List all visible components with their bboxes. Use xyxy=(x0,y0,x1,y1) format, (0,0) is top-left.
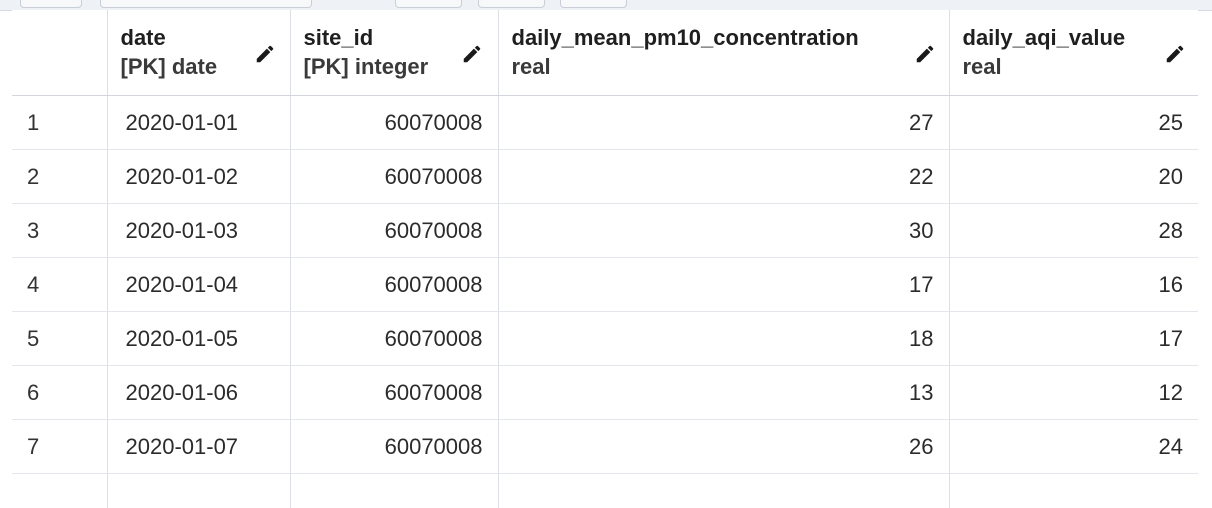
cell-aqi[interactable]: 17 xyxy=(949,312,1198,366)
pencil-icon[interactable] xyxy=(459,41,485,67)
table-row[interactable]: 3 2020-01-03 60070008 30 28 xyxy=(12,204,1198,258)
cell-site-id[interactable]: 60070008 xyxy=(290,204,498,258)
empty-cell xyxy=(107,474,290,508)
column-name: daily_aqi_value xyxy=(963,25,1191,51)
row-number[interactable]: 4 xyxy=(12,258,107,312)
table-row[interactable]: 7 2020-01-07 60070008 26 24 xyxy=(12,420,1198,474)
cell-pm10[interactable]: 13 xyxy=(498,366,949,420)
cell-aqi[interactable]: 16 xyxy=(949,258,1198,312)
table-row[interactable]: 1 2020-01-01 60070008 27 25 xyxy=(12,96,1198,150)
empty-cell xyxy=(498,474,949,508)
cell-aqi[interactable]: 25 xyxy=(949,96,1198,150)
row-number[interactable]: 5 xyxy=(12,312,107,366)
table-row-partial xyxy=(12,474,1198,508)
cell-site-id[interactable]: 60070008 xyxy=(290,420,498,474)
pencil-icon[interactable] xyxy=(252,41,278,67)
table-row[interactable]: 5 2020-01-05 60070008 18 17 xyxy=(12,312,1198,366)
cell-aqi[interactable]: 24 xyxy=(949,420,1198,474)
data-grid: date [PK] date site_id [PK] integer xyxy=(12,10,1198,508)
pencil-icon[interactable] xyxy=(1162,41,1188,67)
results-table: date [PK] date site_id [PK] integer xyxy=(12,10,1198,508)
cell-aqi[interactable]: 12 xyxy=(949,366,1198,420)
row-number[interactable]: 6 xyxy=(12,366,107,420)
table-row[interactable]: 2 2020-01-02 60070008 22 20 xyxy=(12,150,1198,204)
toolbar-button[interactable] xyxy=(478,0,545,8)
empty-cell xyxy=(949,474,1198,508)
pencil-icon[interactable] xyxy=(912,41,938,67)
empty-cell xyxy=(290,474,498,508)
toolbar-button[interactable] xyxy=(100,0,312,8)
table-row[interactable]: 6 2020-01-06 60070008 13 12 xyxy=(12,366,1198,420)
cell-pm10[interactable]: 22 xyxy=(498,150,949,204)
cell-aqi[interactable]: 28 xyxy=(949,204,1198,258)
cell-pm10[interactable]: 17 xyxy=(498,258,949,312)
column-header-daily-mean-pm10-concentration[interactable]: daily_mean_pm10_concentration real xyxy=(498,10,949,96)
cell-date[interactable]: 2020-01-02 xyxy=(107,150,290,204)
column-header-date[interactable]: date [PK] date xyxy=(107,10,290,96)
cell-date[interactable]: 2020-01-03 xyxy=(107,204,290,258)
cell-pm10[interactable]: 18 xyxy=(498,312,949,366)
cell-pm10[interactable]: 26 xyxy=(498,420,949,474)
column-type: real xyxy=(512,51,941,83)
toolbar-button[interactable] xyxy=(560,0,627,8)
row-number[interactable]: 2 xyxy=(12,150,107,204)
row-number[interactable]: 7 xyxy=(12,420,107,474)
column-name: daily_mean_pm10_concentration xyxy=(512,25,941,51)
column-type: real xyxy=(963,51,1191,83)
cell-date[interactable]: 2020-01-04 xyxy=(107,258,290,312)
cell-date[interactable]: 2020-01-05 xyxy=(107,312,290,366)
empty-cell xyxy=(12,474,107,508)
row-number[interactable]: 1 xyxy=(12,96,107,150)
table-row[interactable]: 4 2020-01-04 60070008 17 16 xyxy=(12,258,1198,312)
cell-date[interactable]: 2020-01-01 xyxy=(107,96,290,150)
row-number-header[interactable] xyxy=(12,10,107,96)
cell-aqi[interactable]: 20 xyxy=(949,150,1198,204)
column-header-daily-aqi-value[interactable]: daily_aqi_value real xyxy=(949,10,1198,96)
column-header-site-id[interactable]: site_id [PK] integer xyxy=(290,10,498,96)
row-number[interactable]: 3 xyxy=(12,204,107,258)
toolbar-button[interactable] xyxy=(20,0,82,8)
cell-pm10[interactable]: 27 xyxy=(498,96,949,150)
cell-date[interactable]: 2020-01-07 xyxy=(107,420,290,474)
cell-site-id[interactable]: 60070008 xyxy=(290,258,498,312)
cell-site-id[interactable]: 60070008 xyxy=(290,150,498,204)
cell-site-id[interactable]: 60070008 xyxy=(290,312,498,366)
cell-date[interactable]: 2020-01-06 xyxy=(107,366,290,420)
toolbar-button[interactable] xyxy=(395,0,462,8)
cell-site-id[interactable]: 60070008 xyxy=(290,366,498,420)
cell-site-id[interactable]: 60070008 xyxy=(290,96,498,150)
cell-pm10[interactable]: 30 xyxy=(498,204,949,258)
header-row: date [PK] date site_id [PK] integer xyxy=(12,10,1198,96)
